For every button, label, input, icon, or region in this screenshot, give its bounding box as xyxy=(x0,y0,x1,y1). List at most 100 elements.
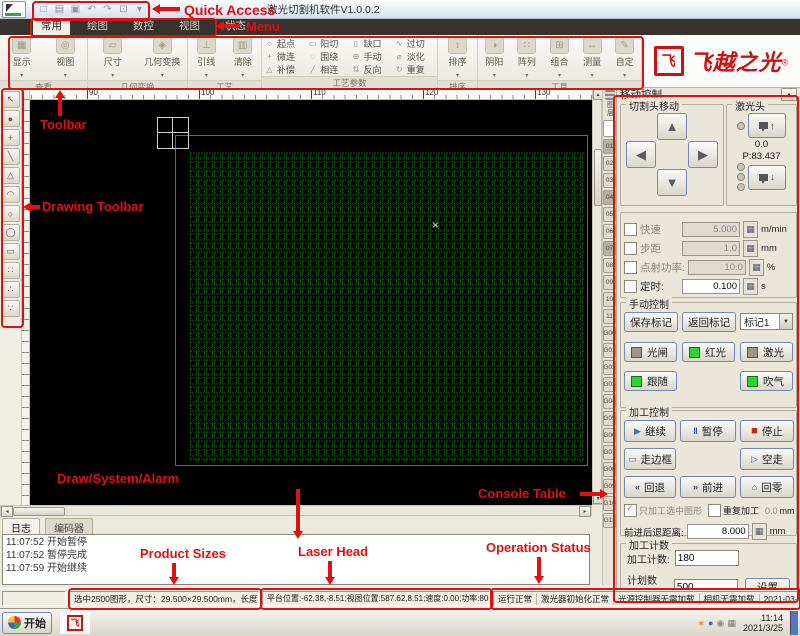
keypad-icon[interactable] xyxy=(743,278,758,295)
menu-tab[interactable]: 绘图 xyxy=(79,17,116,35)
layer-button[interactable]: 03 xyxy=(603,173,616,188)
led-toggle-button[interactable]: 跟随 xyxy=(624,371,677,391)
param-value-field[interactable]: 5.000 xyxy=(682,222,740,237)
ribbon-small-button[interactable]: ⊕ 手动 xyxy=(352,50,390,63)
ribbon-button[interactable]: ▥ 清除 xyxy=(225,37,262,80)
layer-button[interactable]: G08 xyxy=(603,462,616,477)
only-selected-checkbox[interactable] xyxy=(624,504,637,517)
start-button[interactable]: 开始 xyxy=(2,612,52,634)
repeat-checkbox[interactable] xyxy=(708,504,721,517)
jog-right-button[interactable]: ▶ xyxy=(688,141,718,168)
param-checkbox[interactable] xyxy=(624,242,637,255)
count-input[interactable] xyxy=(675,550,739,566)
param-checkbox[interactable] xyxy=(624,280,637,293)
layer-button[interactable]: G05 xyxy=(603,411,616,426)
distance-field[interactable]: 8.000 xyxy=(687,524,749,539)
layer-button[interactable]: 07 xyxy=(603,241,616,256)
layer-button[interactable]: G06 xyxy=(603,428,616,443)
ribbon-small-button[interactable]: ∿ 过切 xyxy=(395,37,433,50)
draw-tool-button[interactable]: ◯ xyxy=(2,224,20,241)
ribbon-small-button[interactable]: + 微连 xyxy=(265,50,303,63)
ribbon-small-button[interactable]: ◌ 围绕 xyxy=(308,50,346,63)
menu-tab[interactable]: 数控 xyxy=(125,17,162,35)
draw-tool-button[interactable]: ○ xyxy=(2,205,20,222)
layer-button[interactable]: 11 xyxy=(603,309,616,324)
ribbon-button[interactable]: ◑ 阴阳 xyxy=(479,37,510,80)
led-toggle-button[interactable]: 吹气 xyxy=(740,371,793,391)
draw-tool-button[interactable]: ∵ xyxy=(2,300,20,317)
taskbar-app-button[interactable]: 飞 xyxy=(60,612,90,634)
layer-button[interactable]: 08 xyxy=(603,258,616,273)
quick-access-button[interactable]: ↷ xyxy=(100,2,115,16)
draw-tool-button[interactable]: ▭ xyxy=(2,243,20,260)
ribbon-small-button[interactable]: ▭ 阳切 xyxy=(308,37,346,50)
layer-button[interactable]: 01 xyxy=(603,139,616,154)
layer-button[interactable]: 09 xyxy=(603,275,616,290)
return-mark-button[interactable]: 返回标记 xyxy=(682,312,736,332)
tray-icon[interactable]: ◉ xyxy=(717,618,725,628)
ribbon-button[interactable]: ↔ 测量 xyxy=(577,37,608,80)
jog-up-button[interactable]: ▲ xyxy=(657,113,687,140)
layer-button[interactable]: G11 xyxy=(603,513,616,528)
menu-tab[interactable]: 常用 xyxy=(33,17,70,35)
scroll-right-icon[interactable]: ▸ xyxy=(579,506,591,517)
keypad-icon[interactable] xyxy=(743,221,758,238)
process-button[interactable]: « 回退 xyxy=(624,476,676,498)
draw-tool-button[interactable]: △ xyxy=(2,167,20,184)
layer-button[interactable]: 02 xyxy=(603,156,616,171)
layer-button[interactable]: G00 xyxy=(603,326,616,341)
save-mark-button[interactable]: 保存标记 xyxy=(624,312,678,332)
quick-access-button[interactable]: ↶ xyxy=(84,2,99,16)
led-toggle-button[interactable]: 激光 xyxy=(740,342,793,362)
ribbon-button[interactable]: ✎ 自定 xyxy=(609,37,640,80)
canvas-horizontal-scrollbar[interactable]: ◂ ▸ xyxy=(0,505,592,516)
ribbon-button[interactable]: ↕ 排序 xyxy=(440,37,476,80)
ribbon-small-button[interactable]: ▯ 缺口 xyxy=(352,37,390,50)
layer-button[interactable]: 06 xyxy=(603,224,616,239)
scroll-left-icon[interactable]: ◂ xyxy=(1,506,13,517)
jog-down-button[interactable]: ▼ xyxy=(657,169,687,196)
menu-tab[interactable]: 视图 xyxy=(171,17,208,35)
ribbon-small-button[interactable]: ↻ 重复 xyxy=(395,63,433,76)
chevron-down-icon[interactable]: ▼ xyxy=(779,314,792,329)
layer-button[interactable]: 05 xyxy=(603,207,616,222)
ribbon-small-button[interactable]: △ 补偿 xyxy=(265,63,303,76)
ribbon-small-button[interactable]: ╱ 相连 xyxy=(308,63,346,76)
canvas-vertical-scrollbar[interactable]: ▴ ▾ xyxy=(592,88,602,505)
ribbon-button[interactable]: ▱ 尺寸 xyxy=(91,37,135,80)
ribbon-small-button[interactable]: ○ 起点 xyxy=(265,37,303,50)
process-button[interactable]: ▶ 继续 xyxy=(624,420,676,442)
layer-button[interactable] xyxy=(603,120,616,137)
ribbon-button[interactable]: ⊞ 组合 xyxy=(544,37,575,80)
jog-left-button[interactable]: ◀ xyxy=(626,141,656,168)
layer-button[interactable]: G10 xyxy=(603,496,616,511)
scrollbar-thumb[interactable] xyxy=(13,507,65,516)
layer-button[interactable]: G07 xyxy=(603,445,616,460)
show-desktop-button[interactable] xyxy=(790,611,798,635)
menu-tab[interactable]: 状态 xyxy=(217,17,254,35)
ribbon-button[interactable]: ∷ 阵列 xyxy=(511,37,542,80)
process-button[interactable]: » 前进 xyxy=(680,476,736,498)
quick-access-button[interactable]: ▣ xyxy=(68,2,83,16)
ribbon-button[interactable]: ◎ 视图 xyxy=(44,37,88,80)
keypad-icon[interactable] xyxy=(743,240,758,257)
param-value-field[interactable]: 1.0 xyxy=(682,241,740,256)
layer-button[interactable]: 10 xyxy=(603,292,616,307)
collapse-up-icon[interactable]: ▲ xyxy=(781,88,797,101)
ribbon-button[interactable]: ◈ 几何变换 xyxy=(140,37,184,80)
ribbon-button[interactable]: ▦ 显示 xyxy=(0,37,44,80)
draw-tool-button[interactable]: + xyxy=(2,129,20,146)
drawing-canvas[interactable]: × xyxy=(30,100,592,505)
layer-button[interactable]: G02 xyxy=(603,360,616,375)
scrollbar-thumb[interactable] xyxy=(594,149,602,206)
quick-access-button[interactable]: ⊡ xyxy=(116,2,131,16)
keypad-icon[interactable] xyxy=(749,259,764,276)
led-toggle-button[interactable]: 红光 xyxy=(682,342,735,362)
draw-tool-button[interactable]: ↖ xyxy=(2,91,20,108)
tray-icon[interactable]: ● xyxy=(708,618,713,628)
layer-button[interactable]: G01 xyxy=(603,343,616,358)
param-value-field[interactable]: 0.100 xyxy=(682,279,740,294)
tray-icon[interactable]: ▦ xyxy=(727,618,736,628)
ribbon-small-button[interactable]: ⇅ 反向 xyxy=(352,63,390,76)
param-checkbox[interactable] xyxy=(624,223,637,236)
